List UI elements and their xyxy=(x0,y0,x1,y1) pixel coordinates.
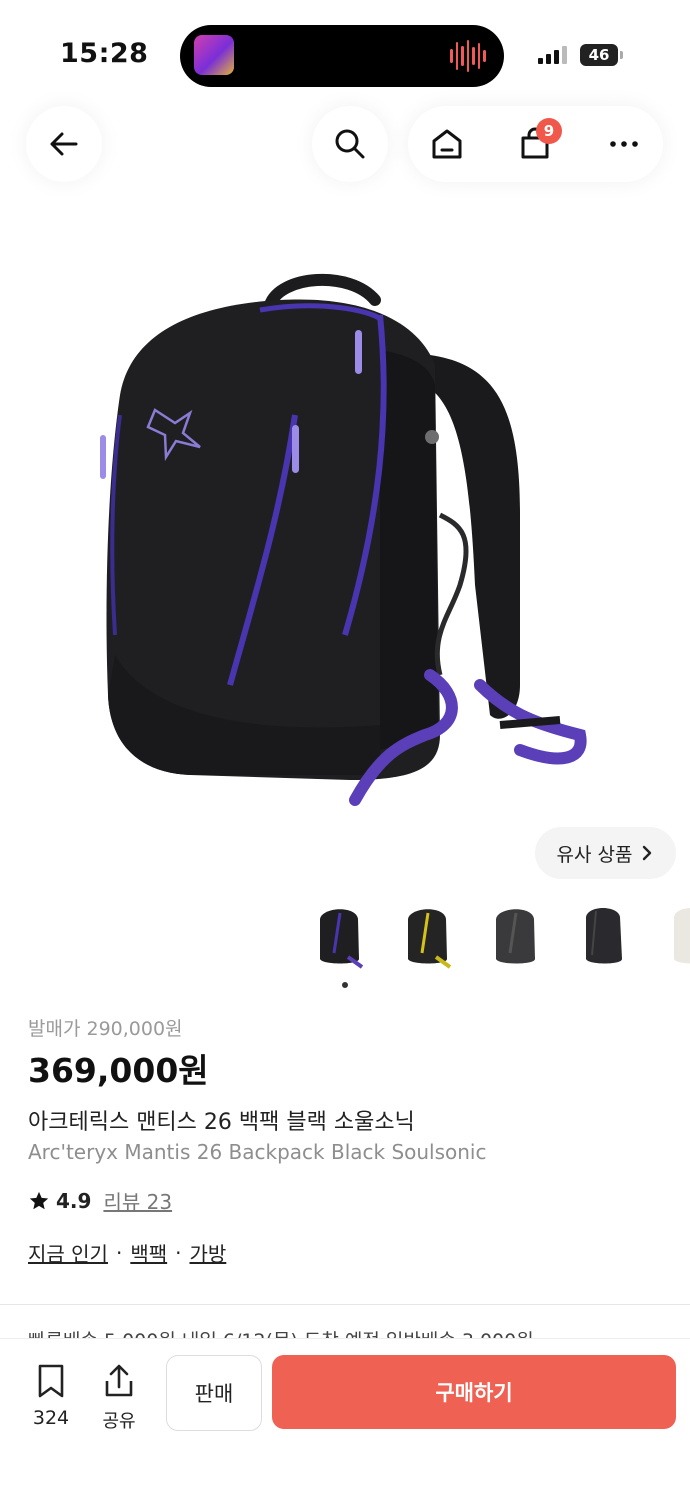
tag-separator: · xyxy=(115,1240,123,1265)
bookmark-count: 324 xyxy=(32,1407,70,1429)
bookmark-button[interactable]: 324 xyxy=(28,1363,74,1429)
share-icon xyxy=(105,1364,133,1397)
carousel-indicator xyxy=(342,982,348,988)
audio-waveform-icon xyxy=(450,39,487,73)
share-label: 공유 xyxy=(102,1411,136,1432)
search-button[interactable] xyxy=(312,106,388,182)
nav-action-group: 9 xyxy=(408,106,663,182)
thumbnail-black-glossy[interactable] xyxy=(572,898,636,974)
more-button[interactable] xyxy=(605,125,643,163)
home-button[interactable] xyxy=(428,125,466,163)
section-divider xyxy=(0,1304,690,1305)
back-button[interactable] xyxy=(26,106,102,182)
product-image[interactable] xyxy=(80,255,610,835)
product-name-english: Arc'teryx Mantis 26 Backpack Black Souls… xyxy=(28,1140,487,1164)
chevron-right-icon xyxy=(643,845,652,861)
tag-link[interactable]: 백팩 xyxy=(130,1238,167,1267)
product-name-korean: 아크테릭스 맨티스 26 백팩 블랙 소울소닉 xyxy=(28,1110,415,1135)
buy-button[interactable]: 구매하기 xyxy=(272,1355,676,1429)
color-variant-thumbnails xyxy=(308,898,690,974)
now-playing-artwork xyxy=(194,35,234,75)
current-price: 369,000원 xyxy=(28,1051,209,1090)
shipping-options-peek[interactable]: 빠른배송 5,000원 내일 6/12(목) 도착 예정 일반배송 3,000원 xyxy=(28,1326,668,1338)
rating-value: 4.9 xyxy=(56,1188,92,1213)
thumbnail-black-soulsonic[interactable] xyxy=(308,898,372,974)
cart-count-badge: 9 xyxy=(536,118,562,144)
similar-products-label: 유사 상품 xyxy=(556,843,633,866)
share-button[interactable]: 공유 xyxy=(96,1363,142,1433)
tag-link[interactable]: 가방 xyxy=(190,1238,227,1267)
dynamic-island xyxy=(180,25,504,87)
tag-separator: · xyxy=(175,1240,182,1265)
similar-products-button[interactable]: 유사 상품 xyxy=(535,827,676,879)
thumbnail-grey[interactable] xyxy=(484,898,548,974)
star-icon xyxy=(29,1191,49,1209)
reviews-link[interactable]: 리뷰 23 xyxy=(103,1186,172,1215)
rating-row: 4.9 리뷰 23 xyxy=(28,1186,172,1215)
bookmark-icon xyxy=(38,1364,64,1398)
original-price: 발매가 290,000원 xyxy=(28,1018,183,1040)
status-time: 15:28 xyxy=(60,38,149,69)
sell-button[interactable]: 판매 xyxy=(166,1355,262,1431)
battery-indicator: 46 xyxy=(580,44,618,66)
bottom-action-bar: 324 공유 판매 구매하기 xyxy=(0,1338,690,1501)
more-dots-icon xyxy=(610,141,638,147)
category-tags: 지금 인기 · 백팩 · 가방 xyxy=(28,1238,226,1267)
thumbnail-white[interactable] xyxy=(660,898,690,974)
thumbnail-black-yellow[interactable] xyxy=(396,898,460,974)
tag-link[interactable]: 지금 인기 xyxy=(28,1238,108,1267)
home-icon xyxy=(432,129,462,159)
search-icon xyxy=(335,129,365,159)
battery-tip xyxy=(620,51,623,59)
arrow-left-icon xyxy=(50,132,78,156)
cellular-signal-icon xyxy=(538,46,567,64)
